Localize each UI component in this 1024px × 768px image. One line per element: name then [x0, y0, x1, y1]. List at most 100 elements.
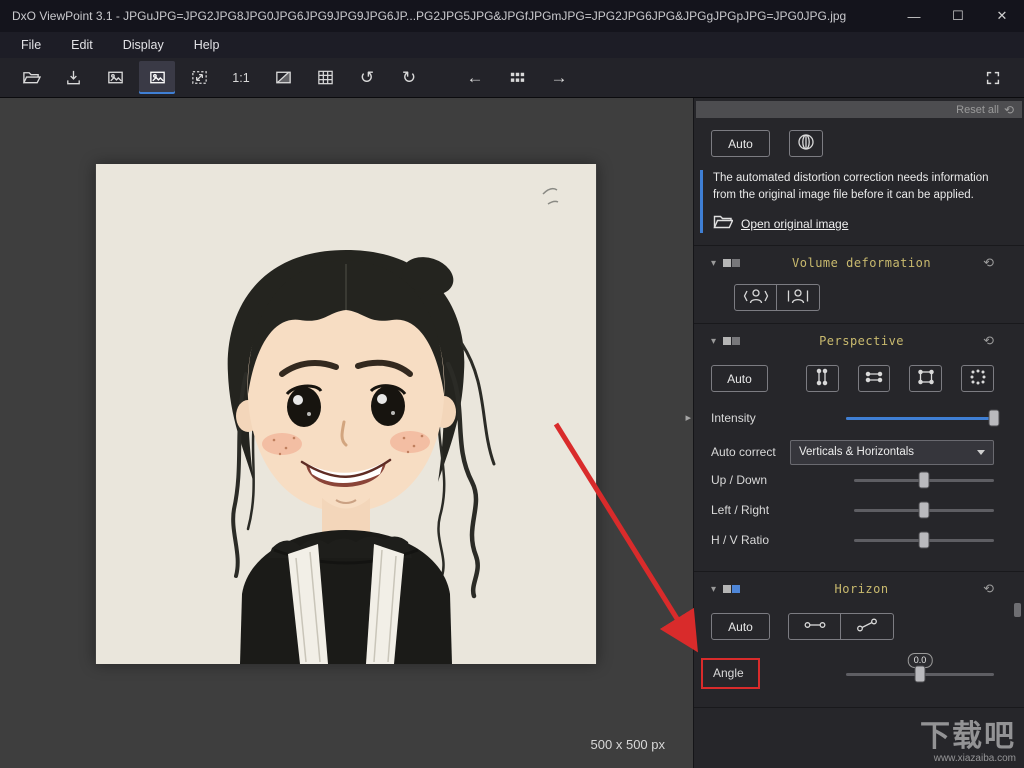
zoom-100-button[interactable]: 1:1	[223, 61, 259, 94]
export-button[interactable]	[55, 61, 91, 94]
correction-panel: Reset all ⟲ Auto The automated distortio…	[693, 98, 1024, 768]
image-canvas[interactable]: 500 x 500 px ▸	[0, 98, 693, 768]
image-framed-icon	[148, 68, 167, 87]
section-divider	[694, 707, 1024, 709]
menu-edit[interactable]: Edit	[56, 32, 108, 58]
up-down-slider-handle[interactable]	[918, 471, 930, 489]
menu-file[interactable]: File	[6, 32, 56, 58]
perspective-section-title: Perspective	[819, 334, 905, 349]
force-rectangle-button[interactable]	[909, 365, 943, 393]
image-preview[interactable]	[95, 164, 597, 664]
zoom-100-label: 1:1	[232, 70, 250, 85]
menu-help[interactable]: Help	[179, 32, 235, 58]
toolbar: 1:1 ↺ ↻ ← →	[0, 58, 1024, 98]
fit-screen-button[interactable]	[181, 61, 217, 94]
collapse-volume-icon[interactable]: ▾	[711, 258, 716, 269]
volume-enable-checkbox[interactable]	[723, 259, 741, 268]
folder-icon	[713, 214, 734, 233]
angle-slider[interactable]: 0.0	[846, 652, 994, 683]
grid-icon	[316, 68, 335, 87]
open-original-row[interactable]: Open original image	[713, 214, 998, 233]
auto-correct-label: Auto correct	[711, 445, 776, 460]
angle-label-highlight: Angle	[701, 658, 760, 690]
next-image-button[interactable]: →	[541, 61, 577, 94]
auto-correct-value: Verticals & Horizontals	[799, 446, 915, 459]
menubar: File Edit Display Help	[0, 32, 1024, 58]
info-text: The automated distortion correction need…	[713, 172, 989, 201]
person-brackets-icon	[743, 286, 769, 309]
section-divider	[694, 571, 1024, 573]
content-area: 500 x 500 px ▸ Reset all ⟲ Auto The auto…	[0, 98, 1024, 768]
volume-reset-icon[interactable]: ⟲	[983, 255, 994, 271]
force-verticals-button[interactable]	[805, 365, 839, 393]
split-view-icon	[274, 68, 293, 87]
level-diagonal-icon	[855, 617, 879, 636]
fullscreen-button[interactable]	[975, 61, 1011, 94]
level-horizontal-button[interactable]	[788, 613, 841, 641]
arrow-right-icon: →	[550, 68, 568, 87]
export-icon	[64, 68, 83, 87]
rotate-left-button[interactable]: ↺	[349, 61, 385, 94]
perspective-reset-icon[interactable]: ⟲	[983, 333, 994, 349]
fullscreen-icon	[984, 69, 1002, 87]
left-right-slider-handle[interactable]	[918, 501, 930, 519]
distortion-sphere-button[interactable]	[789, 130, 823, 157]
left-right-slider[interactable]	[854, 501, 994, 519]
intensity-slider-handle[interactable]	[988, 409, 1000, 427]
reset-all-bar[interactable]: Reset all ⟲	[696, 101, 1022, 118]
image-size-label: 500 x 500 px	[590, 737, 665, 752]
intensity-slider-fill	[846, 417, 994, 421]
collapse-perspective-icon[interactable]: ▾	[711, 336, 716, 347]
minimize-button[interactable]: —	[892, 0, 936, 32]
maximize-button[interactable]: ☐	[936, 0, 980, 32]
chevron-down-icon	[977, 449, 985, 455]
app-window: DxO ViewPoint 3.1 - JPGuJPG=JPG2JPG8JPG0…	[0, 0, 1024, 768]
scrollbar-thumb[interactable]	[1014, 603, 1021, 617]
angle-slider-handle[interactable]	[914, 665, 926, 683]
hv-ratio-slider-handle[interactable]	[918, 531, 930, 549]
horizontals-icon	[864, 367, 884, 390]
sphere-meridians-icon	[796, 132, 816, 155]
section-divider	[694, 245, 1024, 247]
horizon-auto-button[interactable]: Auto	[711, 613, 770, 641]
angle-label: Angle	[713, 666, 744, 681]
view-original-button[interactable]	[97, 61, 133, 94]
volume-diagonal-button[interactable]	[777, 284, 820, 312]
up-down-label: Up / Down	[711, 473, 768, 488]
window-title: DxO ViewPoint 3.1 - JPGuJPG=JPG2JPG8JPG0…	[12, 9, 847, 23]
open-original-link[interactable]: Open original image	[741, 217, 848, 231]
open-file-button[interactable]	[13, 61, 49, 94]
horizon-reset-icon[interactable]: ⟲	[983, 581, 994, 597]
previous-image-button[interactable]: ←	[457, 61, 493, 94]
rotate-ccw-icon: ↺	[359, 68, 375, 87]
hv-ratio-slider[interactable]	[854, 531, 994, 549]
rotate-right-button[interactable]: ↻	[391, 61, 427, 94]
rectangle-icon	[916, 367, 936, 390]
section-divider	[694, 323, 1024, 325]
horizon-enable-checkbox[interactable]	[723, 585, 741, 594]
level-diagonal-button[interactable]	[841, 613, 894, 641]
global-auto-button[interactable]: Auto	[711, 130, 770, 157]
view-corrected-button[interactable]	[139, 61, 175, 94]
panel-collapse-handle[interactable]: ▸	[685, 413, 691, 424]
split-compare-button[interactable]	[265, 61, 301, 94]
menu-display[interactable]: Display	[108, 32, 179, 58]
arrow-left-icon: ←	[466, 68, 484, 87]
collapse-horizon-icon[interactable]: ▾	[711, 584, 716, 595]
image-browser-button[interactable]	[499, 61, 535, 94]
perspective-enable-checkbox[interactable]	[723, 337, 741, 346]
reset-all-label: Reset all	[956, 103, 999, 116]
volume-horizontal-button[interactable]	[734, 284, 777, 312]
close-button[interactable]: ✕	[980, 0, 1024, 32]
hv-ratio-label: H / V Ratio	[711, 533, 770, 548]
intensity-slider[interactable]	[846, 409, 1000, 427]
thumbnails-icon	[508, 68, 527, 87]
auto-correct-dropdown[interactable]: Verticals & Horizontals	[790, 439, 994, 465]
folder-open-icon	[22, 68, 41, 87]
up-down-slider[interactable]	[854, 471, 994, 489]
grid-overlay-button[interactable]	[307, 61, 343, 94]
eight-point-button[interactable]	[961, 365, 995, 393]
perspective-auto-button[interactable]: Auto	[711, 365, 768, 393]
force-horizontals-button[interactable]	[857, 365, 891, 393]
titlebar: DxO ViewPoint 3.1 - JPGuJPG=JPG2JPG8JPG0…	[0, 0, 1024, 32]
